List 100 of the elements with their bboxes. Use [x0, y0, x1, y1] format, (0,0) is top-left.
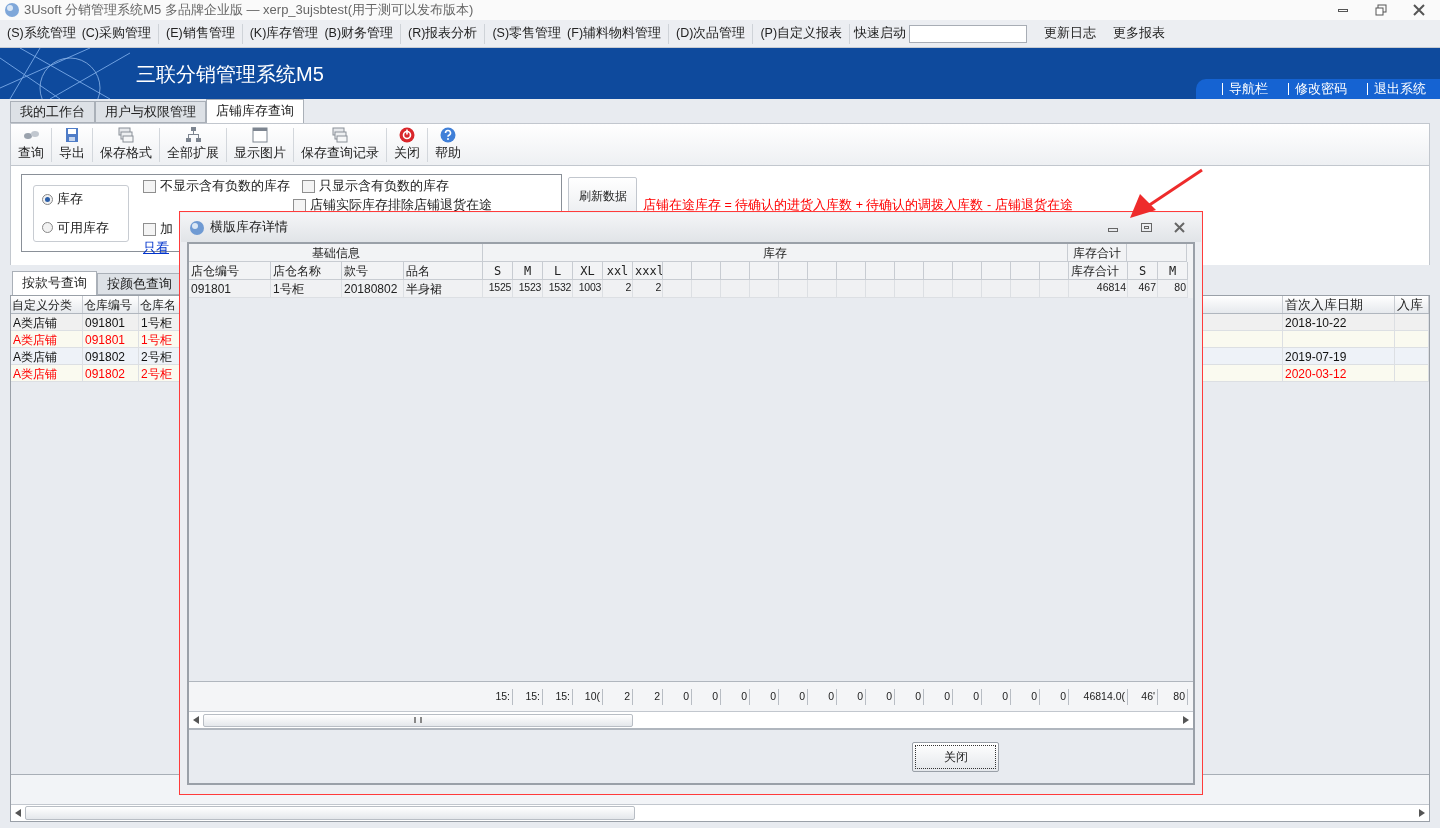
menu-item[interactable]: (R)报表分析	[405, 24, 481, 43]
table-cell: 2	[603, 280, 633, 298]
menu-item[interactable]: (B)财务管理	[321, 24, 397, 43]
total-cell: 0	[1040, 688, 1069, 705]
app-globe-icon	[4, 2, 20, 18]
table-cell: 091801	[189, 280, 271, 298]
formula-note: 店铺在途库存 = 待确认的进货入库数 + 待确认的调拨入库数 - 店铺退货在途	[643, 197, 1073, 214]
toolbar-button[interactable]: 导出	[52, 125, 92, 164]
table-cell: 1003	[573, 280, 603, 298]
toolbar-button[interactable]: 保存查询记录	[294, 125, 386, 164]
total-cell: 0	[895, 688, 924, 705]
total-cell: 0	[750, 688, 779, 705]
total-cell: 0	[953, 688, 982, 705]
left-arrow-icon[interactable]	[193, 716, 199, 724]
toolbar-button[interactable]: 显示图片	[227, 125, 293, 164]
table-cell: 1号柜	[271, 280, 342, 298]
table-cell: 80	[1158, 280, 1188, 298]
tab[interactable]: 我的工作台	[10, 101, 95, 123]
dialog-title: 横版库存详情	[210, 219, 288, 237]
left-arrow-icon[interactable]	[15, 809, 21, 817]
toolbar-button[interactable]: 查询	[11, 125, 51, 164]
quick-launch-label: 快速启动	[854, 25, 907, 43]
close-dialog-button[interactable]: 关闭	[912, 741, 999, 772]
save-icon	[63, 126, 81, 145]
toolbar-button[interactable]: 关闭	[387, 125, 427, 164]
table-cell: 091802	[83, 365, 139, 382]
column-header: 首次入库日期	[1283, 296, 1395, 313]
toolbar-button[interactable]: 保存格式	[93, 125, 159, 164]
menu-item[interactable]: (K)库存管理	[246, 24, 322, 43]
column-header: 仓库编号	[83, 296, 139, 313]
table-cell: A类店铺	[11, 365, 83, 382]
total-cell: 0	[779, 688, 808, 705]
table-cell: 1525	[483, 280, 513, 298]
scrollbar-thumb[interactable]	[25, 806, 635, 820]
total-cell: 0	[837, 688, 866, 705]
banner-link[interactable]: 修改密码	[1295, 79, 1361, 99]
radio-button[interactable]	[42, 222, 53, 234]
banner-title: 三联分销管理系统M5	[136, 61, 324, 87]
menu-item[interactable]: (S)零售管理	[489, 24, 565, 43]
tab[interactable]: 用户与权限管理	[95, 101, 206, 123]
checkbox[interactable]	[143, 179, 156, 193]
checkbox-label: 店铺实际库存排除店铺退货在途	[310, 196, 492, 214]
table-cell: 20180802	[342, 280, 404, 298]
radio-label: 库存	[57, 190, 83, 208]
table-cell: 46814	[1069, 280, 1128, 298]
help-icon	[439, 126, 457, 145]
menu-item[interactable]: (E)销售管理	[163, 24, 238, 43]
menu-item[interactable]: (D)次品管理	[673, 24, 749, 43]
menu-item[interactable]: (C)采购管理	[78, 24, 155, 43]
total-cell: 0	[663, 688, 692, 705]
total-cell: 0	[721, 688, 750, 705]
restore-icon	[1375, 4, 1387, 16]
total-cell: 2	[603, 688, 633, 705]
toolbar-button[interactable]: 帮助	[428, 125, 468, 164]
stacked-sheets-icon	[331, 126, 349, 145]
right-arrow-icon[interactable]	[1183, 716, 1189, 724]
checkbox[interactable]	[302, 179, 315, 193]
checkbox-label: 只显示含有负数的库存	[319, 177, 449, 195]
menu-item[interactable]: (P)自定义报表	[757, 24, 846, 43]
horizontal-scrollbar[interactable]	[11, 804, 1429, 821]
radio-button[interactable]	[42, 193, 53, 205]
scrollbar-thumb[interactable]	[203, 713, 633, 727]
horizontal-scrollbar[interactable]	[189, 711, 1193, 728]
tab[interactable]: 按款号查询	[12, 271, 97, 295]
checkbox-label: 不显示含有负数的库存	[160, 177, 290, 195]
tab[interactable]: 按颜色查询	[97, 273, 182, 295]
total-cell: 0	[982, 688, 1011, 705]
column-header: 自定义分类	[11, 296, 83, 313]
table-row[interactable]: 091801 1号柜 20180802 半身裙 1525 1523 1532 1003 2 2 46814 467 80	[189, 280, 1193, 298]
tab[interactable]: 店铺库存查询	[206, 99, 304, 123]
toolbar-button[interactable]: 全部扩展	[160, 125, 226, 164]
total-cell: 80	[1158, 688, 1188, 705]
total-cell: 0	[924, 688, 953, 705]
table-cell: 2	[633, 280, 663, 298]
total-cell: 15:	[513, 688, 543, 705]
window-icon	[251, 126, 269, 145]
hierarchy-icon	[184, 126, 202, 145]
total-cell: 0	[1011, 688, 1040, 705]
checkbox[interactable]	[293, 198, 306, 212]
globe-icon	[189, 219, 205, 236]
menu-link[interactable]: 更多报表	[1113, 24, 1166, 43]
total-cell: 46'	[1128, 688, 1158, 705]
total-cell: 46814.0(	[1069, 688, 1128, 705]
banner-link[interactable]: 退出系统	[1374, 79, 1440, 99]
right-arrow-icon[interactable]	[1419, 809, 1425, 817]
total-cell: 15:	[543, 688, 573, 705]
menu-item[interactable]: (S)系统管理	[4, 24, 79, 43]
menu-link[interactable]: 更新日志	[1044, 24, 1097, 43]
table-cell: 1532	[543, 280, 573, 298]
menu-item[interactable]: (F)辅料物料管理	[564, 24, 665, 43]
table-cell: 467	[1128, 280, 1158, 298]
banner-link[interactable]: 导航栏	[1229, 79, 1282, 99]
stacked-sheets-icon	[117, 126, 135, 145]
window-title: 3Usoft 分销管理系统M5 多品牌企业版 — xerp_3ujsbtest(用于测可以发布版本)	[24, 1, 474, 20]
checkbox[interactable]	[143, 222, 156, 236]
table-cell: 1523	[513, 280, 543, 298]
quick-launch-field[interactable]	[909, 24, 1028, 43]
total-cell: 10(	[573, 688, 603, 705]
radio-label: 可用库存	[57, 219, 109, 237]
total-cell: 0	[808, 688, 837, 705]
